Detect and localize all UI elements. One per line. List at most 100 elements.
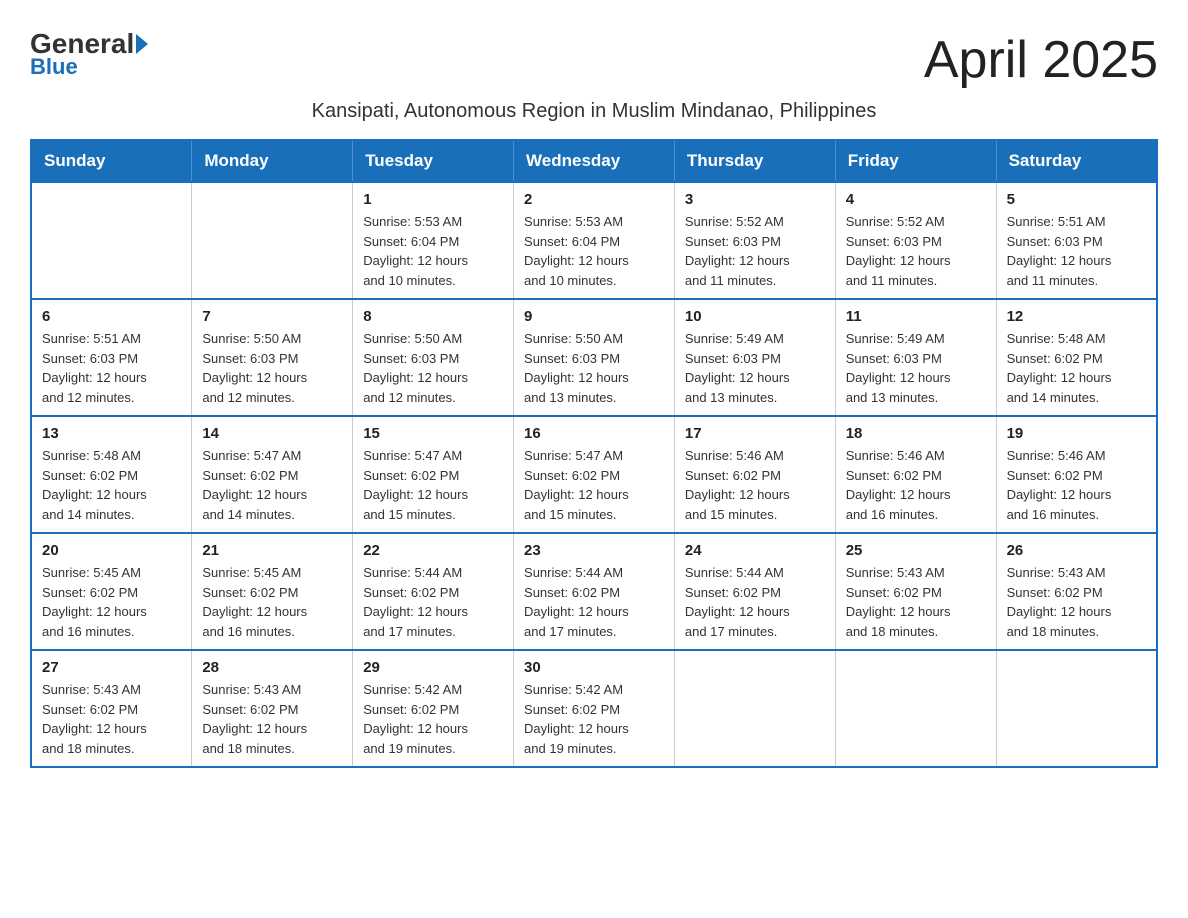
day-number: 7: [202, 308, 342, 325]
logo-blue-text: Blue: [30, 54, 148, 80]
calendar-cell: 27 Sunrise: 5:43 AM Sunset: 6:02 PM Dayli…: [31, 650, 192, 767]
day-number: 16: [524, 425, 664, 442]
day-number: 18: [846, 425, 986, 442]
day-info: Sunrise: 5:47 AM Sunset: 6:02 PM Dayligh…: [363, 446, 503, 524]
week-row-2: 6 Sunrise: 5:51 AM Sunset: 6:03 PM Daylig…: [31, 299, 1157, 416]
day-info: Sunrise: 5:46 AM Sunset: 6:02 PM Dayligh…: [1007, 446, 1146, 524]
day-number: 23: [524, 542, 664, 559]
calendar-cell: 15 Sunrise: 5:47 AM Sunset: 6:02 PM Dayli…: [353, 416, 514, 533]
column-header-sunday: Sunday: [31, 140, 192, 182]
week-row-1: 1 Sunrise: 5:53 AM Sunset: 6:04 PM Daylig…: [31, 182, 1157, 299]
calendar-cell: 28 Sunrise: 5:43 AM Sunset: 6:02 PM Dayli…: [192, 650, 353, 767]
calendar-cell: 6 Sunrise: 5:51 AM Sunset: 6:03 PM Daylig…: [31, 299, 192, 416]
day-number: 4: [846, 191, 986, 208]
calendar: SundayMondayTuesdayWednesdayThursdayFrid…: [30, 139, 1158, 768]
day-info: Sunrise: 5:51 AM Sunset: 6:03 PM Dayligh…: [42, 329, 181, 407]
logo-triangle-icon: [136, 34, 148, 54]
calendar-cell: 9Sunrise: 5:50 AM Sunset: 6:03 PM Daylig…: [514, 299, 675, 416]
day-number: 27: [42, 659, 181, 676]
column-header-thursday: Thursday: [674, 140, 835, 182]
day-info: Sunrise: 5:44 AM Sunset: 6:02 PM Dayligh…: [524, 563, 664, 641]
header: General Blue April 2025: [30, 30, 1158, 90]
calendar-cell: 10 Sunrise: 5:49 AM Sunset: 6:03 PM Dayli…: [674, 299, 835, 416]
calendar-cell: 3 Sunrise: 5:52 AM Sunset: 6:03 PM Daylig…: [674, 182, 835, 299]
day-info: Sunrise: 5:43 AM Sunset: 6:02 PM Dayligh…: [202, 680, 342, 758]
day-info: Sunrise: 5:49 AM Sunset: 6:03 PM Dayligh…: [846, 329, 986, 407]
day-number: 17: [685, 425, 825, 442]
day-info: Sunrise: 5:52 AM Sunset: 6:03 PM Dayligh…: [846, 212, 986, 290]
day-number: 26: [1007, 542, 1146, 559]
day-number: 25: [846, 542, 986, 559]
calendar-cell: 22 Sunrise: 5:44 AM Sunset: 6:02 PM Dayli…: [353, 533, 514, 650]
calendar-cell: 29 Sunrise: 5:42 AM Sunset: 6:02 PM Dayli…: [353, 650, 514, 767]
day-info: Sunrise: 5:45 AM Sunset: 6:02 PM Dayligh…: [42, 563, 181, 641]
week-row-3: 13 Sunrise: 5:48 AM Sunset: 6:02 PM Dayli…: [31, 416, 1157, 533]
day-info: Sunrise: 5:42 AM Sunset: 6:02 PM Dayligh…: [363, 680, 503, 758]
calendar-cell: 26 Sunrise: 5:43 AM Sunset: 6:02 PM Dayli…: [996, 533, 1157, 650]
day-info: Sunrise: 5:53 AM Sunset: 6:04 PM Dayligh…: [524, 212, 664, 290]
calendar-cell: [192, 182, 353, 299]
calendar-cell: [996, 650, 1157, 767]
month-title: April 2025: [924, 30, 1158, 90]
calendar-cell: 16 Sunrise: 5:47 AM Sunset: 6:02 PM Dayli…: [514, 416, 675, 533]
column-header-monday: Monday: [192, 140, 353, 182]
day-number: 28: [202, 659, 342, 676]
day-info: Sunrise: 5:43 AM Sunset: 6:02 PM Dayligh…: [1007, 563, 1146, 641]
day-number: 10: [685, 308, 825, 325]
day-info: Sunrise: 5:46 AM Sunset: 6:02 PM Dayligh…: [685, 446, 825, 524]
day-info: Sunrise: 5:49 AM Sunset: 6:03 PM Dayligh…: [685, 329, 825, 407]
calendar-cell: 8Sunrise: 5:50 AM Sunset: 6:03 PM Daylig…: [353, 299, 514, 416]
day-number: 19: [1007, 425, 1146, 442]
day-info: Sunrise: 5:43 AM Sunset: 6:02 PM Dayligh…: [846, 563, 986, 641]
day-number: 1: [363, 191, 503, 208]
calendar-cell: [835, 650, 996, 767]
day-info: Sunrise: 5:47 AM Sunset: 6:02 PM Dayligh…: [202, 446, 342, 524]
day-info: Sunrise: 5:47 AM Sunset: 6:02 PM Dayligh…: [524, 446, 664, 524]
calendar-cell: 19 Sunrise: 5:46 AM Sunset: 6:02 PM Dayli…: [996, 416, 1157, 533]
calendar-cell: 17 Sunrise: 5:46 AM Sunset: 6:02 PM Dayli…: [674, 416, 835, 533]
calendar-cell: 18 Sunrise: 5:46 AM Sunset: 6:02 PM Dayli…: [835, 416, 996, 533]
week-row-4: 20 Sunrise: 5:45 AM Sunset: 6:02 PM Dayli…: [31, 533, 1157, 650]
day-number: 13: [42, 425, 181, 442]
day-number: 24: [685, 542, 825, 559]
subtitle: Kansipati, Autonomous Region in Muslim M…: [30, 100, 1158, 123]
day-info: Sunrise: 5:45 AM Sunset: 6:02 PM Dayligh…: [202, 563, 342, 641]
day-number: 21: [202, 542, 342, 559]
calendar-cell: 12 Sunrise: 5:48 AM Sunset: 6:02 PM Dayli…: [996, 299, 1157, 416]
calendar-cell: [674, 650, 835, 767]
day-info: Sunrise: 5:44 AM Sunset: 6:02 PM Dayligh…: [685, 563, 825, 641]
day-info: Sunrise: 5:50 AM Sunset: 6:03 PM Dayligh…: [524, 329, 664, 407]
calendar-cell: 11 Sunrise: 5:49 AM Sunset: 6:03 PM Dayli…: [835, 299, 996, 416]
logo: General Blue: [30, 30, 148, 80]
calendar-cell: 30Sunrise: 5:42 AM Sunset: 6:02 PM Dayli…: [514, 650, 675, 767]
calendar-cell: 20 Sunrise: 5:45 AM Sunset: 6:02 PM Dayli…: [31, 533, 192, 650]
day-number: 12: [1007, 308, 1146, 325]
column-header-tuesday: Tuesday: [353, 140, 514, 182]
day-number: 15: [363, 425, 503, 442]
day-number: 30: [524, 659, 664, 676]
column-header-friday: Friday: [835, 140, 996, 182]
day-number: 11: [846, 308, 986, 325]
day-info: Sunrise: 5:53 AM Sunset: 6:04 PM Dayligh…: [363, 212, 503, 290]
day-number: 22: [363, 542, 503, 559]
calendar-cell: 14 Sunrise: 5:47 AM Sunset: 6:02 PM Dayli…: [192, 416, 353, 533]
day-info: Sunrise: 5:48 AM Sunset: 6:02 PM Dayligh…: [1007, 329, 1146, 407]
calendar-cell: 21 Sunrise: 5:45 AM Sunset: 6:02 PM Dayli…: [192, 533, 353, 650]
calendar-cell: 24 Sunrise: 5:44 AM Sunset: 6:02 PM Dayli…: [674, 533, 835, 650]
day-number: 3: [685, 191, 825, 208]
day-info: Sunrise: 5:44 AM Sunset: 6:02 PM Dayligh…: [363, 563, 503, 641]
day-number: 14: [202, 425, 342, 442]
day-number: 6: [42, 308, 181, 325]
column-header-wednesday: Wednesday: [514, 140, 675, 182]
day-info: Sunrise: 5:51 AM Sunset: 6:03 PM Dayligh…: [1007, 212, 1146, 290]
calendar-cell: 7Sunrise: 5:50 AM Sunset: 6:03 PM Daylig…: [192, 299, 353, 416]
day-info: Sunrise: 5:48 AM Sunset: 6:02 PM Dayligh…: [42, 446, 181, 524]
day-number: 20: [42, 542, 181, 559]
calendar-cell: 1 Sunrise: 5:53 AM Sunset: 6:04 PM Daylig…: [353, 182, 514, 299]
day-info: Sunrise: 5:52 AM Sunset: 6:03 PM Dayligh…: [685, 212, 825, 290]
calendar-cell: [31, 182, 192, 299]
day-info: Sunrise: 5:43 AM Sunset: 6:02 PM Dayligh…: [42, 680, 181, 758]
day-info: Sunrise: 5:46 AM Sunset: 6:02 PM Dayligh…: [846, 446, 986, 524]
day-number: 29: [363, 659, 503, 676]
calendar-cell: 23 Sunrise: 5:44 AM Sunset: 6:02 PM Dayli…: [514, 533, 675, 650]
